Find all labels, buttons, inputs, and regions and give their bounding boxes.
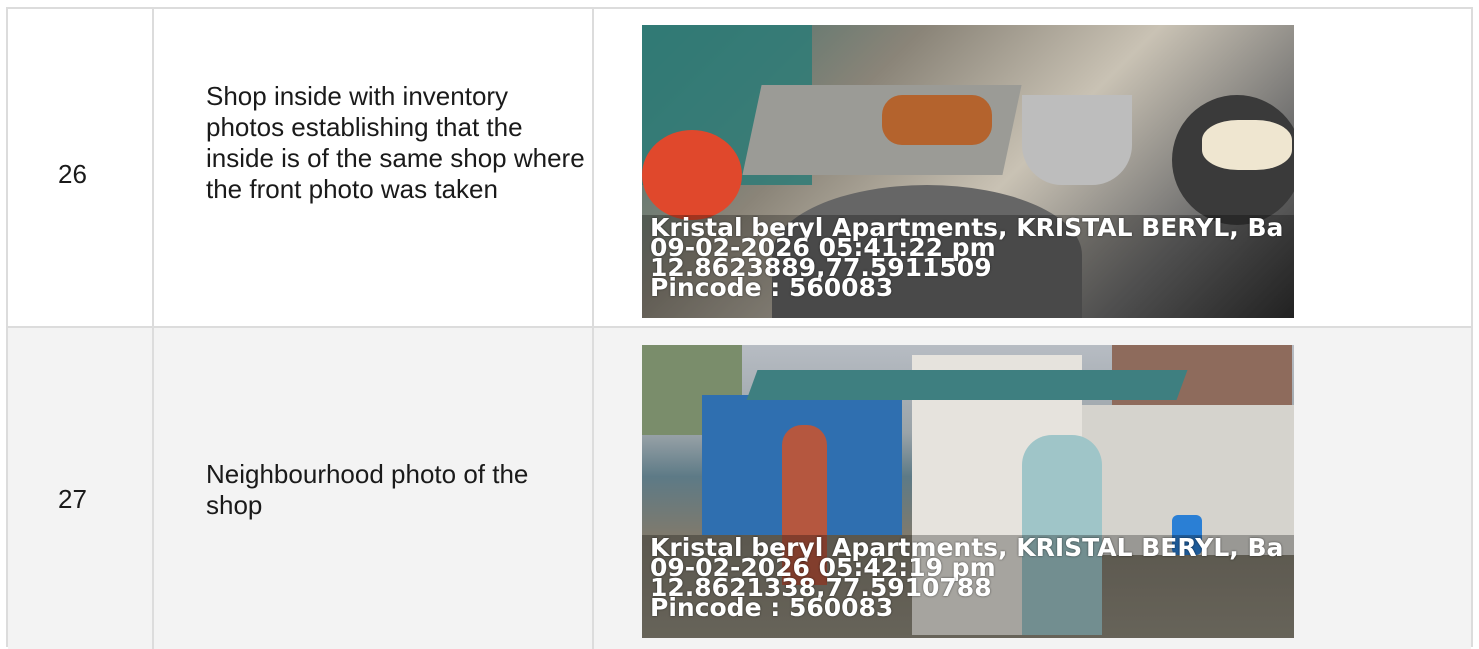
evidence-table: 26 Shop inside with inventory photos est… [6, 7, 1473, 649]
photo-cell: Kristal beryl Apartments, KRISTAL BERYL,… [594, 9, 1471, 326]
table-row: 26 Shop inside with inventory photos est… [8, 9, 1471, 328]
table-row: 27 Neighbourhood photo of the shop Krist… [8, 328, 1471, 649]
row-number: 26 [58, 159, 87, 189]
row-number: 27 [58, 484, 87, 514]
row-number-cell: 27 [8, 328, 154, 649]
description-cell: Shop inside with inventory photos establ… [154, 9, 594, 326]
row-description: Neighbourhood photo of the shop [206, 459, 529, 520]
row-description: Shop inside with inventory photos establ… [206, 81, 585, 204]
description-cell: Neighbourhood photo of the shop [154, 328, 594, 649]
row-number-cell: 26 [8, 9, 154, 326]
shop-inside-photo[interactable]: Kristal beryl Apartments, KRISTAL BERYL,… [642, 25, 1294, 318]
neighbourhood-photo[interactable]: Kristal beryl Apartments, KRISTAL BERYL,… [642, 345, 1294, 638]
photo-cell: Kristal beryl Apartments, KRISTAL BERYL,… [594, 328, 1471, 649]
geotag-caption: Kristal beryl Apartments, KRISTAL BERYL,… [650, 215, 1294, 300]
geotag-caption: Kristal beryl Apartments, KRISTAL BERYL,… [650, 535, 1294, 620]
